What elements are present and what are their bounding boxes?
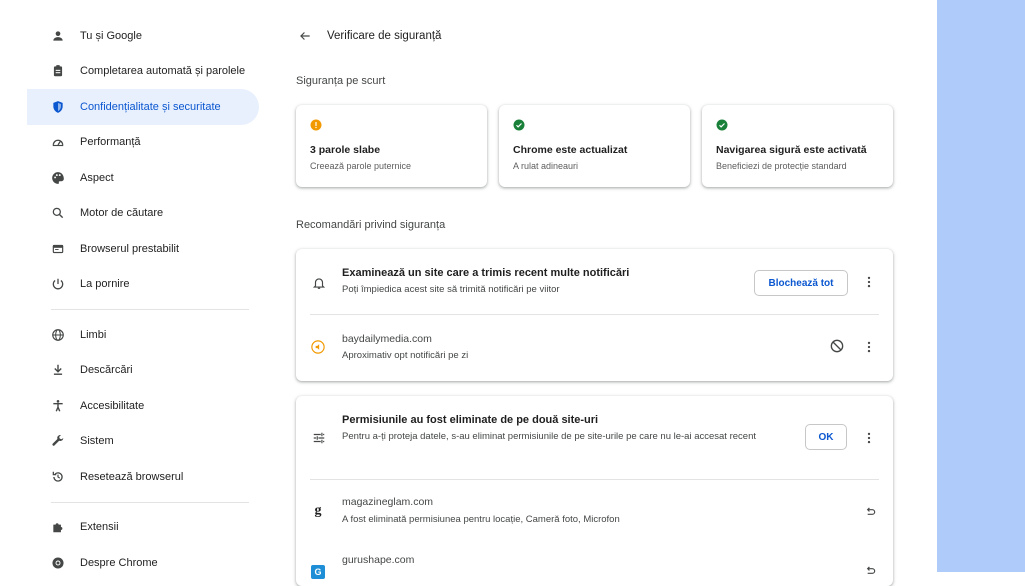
person-icon (51, 29, 65, 43)
sidebar-divider (51, 309, 249, 310)
ok-button[interactable]: OK (805, 424, 847, 450)
sidebar-item-label: Descărcări (80, 364, 133, 377)
wrench-icon (51, 434, 65, 448)
side-panel-background (937, 0, 1025, 572)
sidebar-item-system[interactable]: Sistem (27, 424, 259, 460)
panel-separator (310, 479, 879, 480)
undo-icon[interactable] (862, 563, 878, 579)
shield-icon (51, 100, 65, 114)
panel-description: Poți împiedica acest site să trimită not… (342, 284, 560, 295)
site-favicon-icon (311, 340, 325, 354)
reset-icon (51, 470, 65, 484)
site-name: magazineglam.com (342, 496, 434, 508)
site-detail: Aproximativ opt notificări pe zi (342, 350, 469, 361)
page-header: Verificare de siguranță (296, 27, 441, 45)
settings-sidebar: Tu și Google Completarea automată și par… (27, 18, 259, 581)
clipboard-icon (51, 64, 65, 78)
card-subtitle: Beneficiezi de protecție standard (716, 161, 847, 171)
sidebar-item-label: Confidențialitate și securitate (80, 100, 221, 113)
notifications-review-panel: Examinează un site care a trimis recent … (296, 249, 893, 381)
chrome-icon (51, 556, 65, 570)
puzzle-icon (51, 520, 65, 534)
sidebar-item-autofill[interactable]: Completarea automată și parolele (27, 54, 259, 90)
page-title: Verificare de siguranță (327, 30, 442, 42)
safe-browsing-card[interactable]: Navigarea sigură este activată Beneficie… (702, 105, 893, 187)
sidebar-item-label: Sistem (80, 435, 114, 448)
card-subtitle: A rulat adineauri (513, 161, 579, 171)
globe-icon (51, 328, 65, 342)
sidebar-item-extensions[interactable]: Extensii (27, 510, 259, 546)
site-name: gurushape.com (342, 554, 415, 566)
card-title: 3 parole slabe (310, 144, 381, 156)
sidebar-item-search-engine[interactable]: Motor de căutare (27, 196, 259, 232)
panel-separator (310, 314, 879, 315)
check-circle-icon (716, 119, 728, 131)
bell-icon (312, 276, 326, 290)
sidebar-item-label: Accesibilitate (80, 399, 145, 412)
summary-section-label: Siguranța pe scurt (296, 75, 386, 87)
summary-cards: 3 parole slabe Creează parole puternice … (296, 105, 893, 187)
sidebar-item-appearance[interactable]: Aspect (27, 160, 259, 196)
speedometer-icon (51, 135, 65, 149)
revoked-permissions-panel: Permisiunile au fost eliminate de pe dou… (296, 396, 893, 586)
panel-title: Permisiunile au fost eliminate de pe dou… (342, 414, 599, 426)
sidebar-item-downloads[interactable]: Descărcări (27, 353, 259, 389)
sidebar-item-label: Tu și Google (80, 29, 142, 42)
sidebar-item-default-browser[interactable]: Browserul prestabilit (27, 231, 259, 267)
site-detail: A fost eliminată permisiunea pentru loca… (342, 514, 620, 525)
sidebar-item-privacy-security[interactable]: Confidențialitate și securitate (27, 89, 259, 125)
sidebar-item-about-chrome[interactable]: Despre Chrome (27, 545, 259, 581)
sidebar-divider (51, 501, 249, 503)
panel-description: Pentru a-ți proteja datele, s-au elimina… (342, 431, 756, 442)
block-all-button[interactable]: Blochează tot (754, 270, 848, 296)
browser-icon (51, 242, 65, 256)
sidebar-item-label: Performanță (80, 136, 141, 149)
more-options-icon[interactable] (862, 430, 876, 446)
sidebar-item-label: Limbi (80, 328, 107, 341)
recommendations-section-label: Recomandări privind siguranța (296, 219, 446, 231)
sidebar-item-on-startup[interactable]: La pornire (27, 267, 259, 303)
sidebar-item-label: Motor de căutare (80, 207, 164, 220)
card-subtitle: Creează parole puternice (310, 161, 412, 171)
sidebar-item-you-and-google[interactable]: Tu și Google (27, 18, 259, 54)
site-favicon-icon: G (311, 565, 325, 579)
sidebar-item-accessibility[interactable]: Accesibilitate (27, 388, 259, 424)
sidebar-item-label: Resetează browserul (80, 470, 184, 483)
sidebar-item-label: Browserul prestabilit (80, 242, 180, 255)
block-icon[interactable] (829, 338, 845, 354)
accessibility-icon (51, 399, 65, 413)
download-icon (51, 363, 65, 377)
check-circle-icon (513, 119, 525, 131)
sidebar-item-performance[interactable]: Performanță (27, 125, 259, 161)
sidebar-item-reset[interactable]: Resetează browserul (27, 459, 259, 495)
palette-icon (51, 171, 65, 185)
warning-icon (310, 119, 322, 131)
undo-icon[interactable] (862, 504, 878, 520)
site-name: baydailymedia.com (342, 333, 432, 345)
card-title: Navigarea sigură este activată (716, 144, 867, 156)
sidebar-item-languages[interactable]: Limbi (27, 317, 259, 353)
sidebar-item-label: Extensii (80, 521, 119, 534)
sidebar-item-label: La pornire (80, 278, 130, 291)
search-icon (51, 206, 65, 220)
more-options-icon[interactable] (862, 274, 876, 290)
more-options-icon[interactable] (862, 339, 876, 355)
card-title: Chrome este actualizat (513, 144, 628, 156)
weak-passwords-card[interactable]: 3 parole slabe Creează parole puternice (296, 105, 487, 187)
panel-title: Examinează un site care a trimis recent … (342, 267, 630, 279)
sidebar-item-label: Aspect (80, 171, 114, 184)
back-arrow-icon[interactable] (296, 27, 314, 45)
power-icon (51, 277, 65, 291)
chrome-updated-card[interactable]: Chrome este actualizat A rulat adineauri (499, 105, 690, 187)
sidebar-item-label: Despre Chrome (80, 556, 158, 569)
site-favicon-icon: g (314, 503, 322, 518)
tune-icon (312, 431, 326, 445)
sidebar-item-label: Completarea automată și parolele (80, 65, 246, 78)
